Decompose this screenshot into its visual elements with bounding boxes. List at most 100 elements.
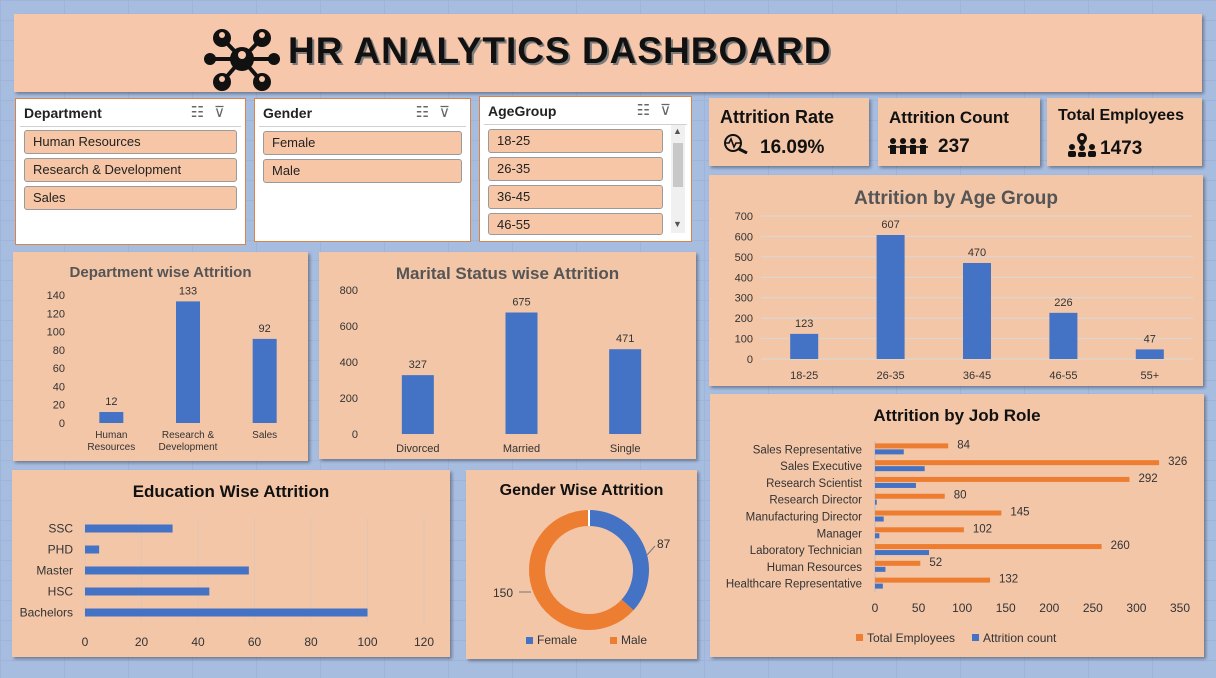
bar xyxy=(85,566,249,575)
agegroup-slicer[interactable]: AgeGroup ☷⊽ 18-25 26-35 36-45 46-55 ▲ ▼ xyxy=(479,96,692,242)
x-tick-label: 150 xyxy=(996,601,1016,615)
slicer-item[interactable]: Research & Development xyxy=(24,158,237,182)
slicer-toolbar[interactable]: ☷⊽ xyxy=(191,103,235,121)
chart-plot: 0 20 40 60 80 100 120 SSC PHD Master HSC Bachelors xyxy=(20,518,434,649)
legend-label: Male xyxy=(621,633,647,647)
slicer-item[interactable]: 26-35 xyxy=(488,157,663,181)
bar-total-employees xyxy=(875,527,964,533)
slicer-header: Department xyxy=(24,105,102,121)
y-tick-label: Healthcare Representative xyxy=(726,579,862,591)
leader-line xyxy=(646,545,656,556)
x-tick-label: 80 xyxy=(304,635,318,649)
page-title: HR ANALYTICS DASHBOARD xyxy=(288,30,832,71)
multi-select-icon[interactable]: ☷ xyxy=(191,104,214,121)
slicer-toolbar[interactable]: ☷⊽ xyxy=(637,101,681,119)
donut-slice xyxy=(588,510,649,611)
age-group-attrition-chart: Attrition by Age Group 0 100 200 300 400 500 6… xyxy=(709,175,1203,386)
slicer-item[interactable]: Male xyxy=(263,159,462,183)
data-label: 133 xyxy=(179,285,197,297)
slicer-item[interactable]: 36-45 xyxy=(488,185,663,209)
legend-swatch xyxy=(526,637,533,644)
bar-attrition-count xyxy=(875,583,883,589)
y-tick-label: 140 xyxy=(47,290,65,302)
y-tick-label: 60 xyxy=(53,363,65,375)
x-tick-label: 40 xyxy=(191,635,205,649)
bar xyxy=(963,262,991,359)
bar xyxy=(176,301,200,423)
y-tick-label: SSC xyxy=(48,522,73,536)
y-tick-label: 800 xyxy=(340,285,358,297)
slicer-item[interactable]: 46-55 xyxy=(488,213,663,235)
bar-attrition-count xyxy=(875,533,880,539)
bar-total-employees xyxy=(875,577,991,583)
y-tick-label: 20 xyxy=(53,400,65,412)
data-label: 132 xyxy=(999,574,1018,586)
y-tick-label: 400 xyxy=(735,272,753,284)
data-label: 123 xyxy=(795,318,813,330)
chart-plot: 0 50 100 150 200 250 300 350 Sales Representativ… xyxy=(726,439,1191,645)
slicer-scrollbar[interactable]: ▲ ▼ xyxy=(671,125,685,233)
bar-attrition-count xyxy=(875,482,916,488)
y-tick-label: 400 xyxy=(340,357,358,369)
bar xyxy=(252,338,277,423)
bar-total-employees xyxy=(875,493,945,499)
kpi-attrition-rate: Attrition Rate 16.09% xyxy=(709,98,869,166)
slicer-item[interactable]: Sales xyxy=(24,186,237,210)
x-tick-label: 46-55 xyxy=(1049,370,1077,382)
bar xyxy=(99,412,124,423)
bar-total-employees xyxy=(875,544,1102,550)
x-tick-label: 100 xyxy=(952,601,972,615)
legend-label: Total Employees xyxy=(867,631,955,645)
education-attrition-chart: Education Wise Attrition 0 20 40 60 80 100 120… xyxy=(12,470,450,657)
legend-label: Attrition count xyxy=(983,631,1057,645)
x-tick-label: 300 xyxy=(1126,601,1146,615)
kpi-value: 1473 xyxy=(1100,138,1143,159)
scroll-up-icon[interactable]: ▲ xyxy=(673,126,682,136)
slicer-header: Gender xyxy=(263,105,313,121)
chart-plot: 0 100 200 300 400 500 600 700 123 18-25 607 26-35 47… xyxy=(735,211,1193,382)
slicer-item[interactable]: Female xyxy=(263,131,462,155)
job-role-attrition-chart: Attrition by Job Role 0 50 100 150 200 250 300… xyxy=(710,394,1204,657)
data-label: 145 xyxy=(1010,507,1029,519)
x-tick-label: Single xyxy=(610,443,641,455)
x-tick-label: Sales xyxy=(252,430,277,441)
slicer-item[interactable]: Human Resources xyxy=(24,130,237,154)
clear-filter-icon[interactable]: ⊽ xyxy=(660,102,681,119)
bar-attrition-count xyxy=(875,550,930,556)
y-tick-label: Manager xyxy=(817,528,863,540)
multi-select-icon[interactable]: ☷ xyxy=(637,102,660,119)
kpi-label: Attrition Rate xyxy=(720,107,834,127)
clear-filter-icon[interactable]: ⊽ xyxy=(214,104,235,121)
clear-filter-icon[interactable]: ⊽ xyxy=(439,104,460,121)
y-tick-label: 500 xyxy=(735,252,753,264)
department-slicer[interactable]: Department ☷⊽ Human Resources Research &… xyxy=(15,98,246,245)
bar-total-employees xyxy=(875,560,921,566)
slicer-item[interactable]: 18-25 xyxy=(488,129,663,153)
bar xyxy=(85,587,210,596)
y-tick-label: Bachelors xyxy=(20,606,73,620)
kpi-attrition-count: Attrition Count 237 xyxy=(878,98,1040,166)
x-tick-label: Development xyxy=(159,442,218,453)
y-tick-label: Sales Executive xyxy=(780,461,862,473)
y-tick-label: 100 xyxy=(735,334,753,346)
scroll-down-icon[interactable]: ▼ xyxy=(673,219,682,229)
data-label: 150 xyxy=(493,586,513,600)
y-tick-label: 0 xyxy=(747,354,753,366)
scroll-thumb[interactable] xyxy=(673,143,683,187)
multi-select-icon[interactable]: ☷ xyxy=(416,104,439,121)
bar xyxy=(876,234,905,359)
x-tick-label: 350 xyxy=(1170,601,1190,615)
x-tick-label: 60 xyxy=(248,635,262,649)
team-location-icon xyxy=(1068,133,1096,157)
x-tick-label: Resources xyxy=(87,442,135,453)
data-label: 47 xyxy=(1144,333,1156,345)
data-label: 471 xyxy=(616,333,634,345)
slicer-toolbar[interactable]: ☷⊽ xyxy=(416,103,460,121)
bar xyxy=(1049,312,1078,359)
x-tick-label: Research & xyxy=(162,430,215,441)
bar xyxy=(401,375,434,434)
x-tick-label: Divorced xyxy=(396,443,439,455)
gender-slicer[interactable]: Gender ☷⊽ Female Male xyxy=(254,98,471,242)
x-tick-label: 100 xyxy=(357,635,377,649)
data-label: 87 xyxy=(657,537,671,551)
